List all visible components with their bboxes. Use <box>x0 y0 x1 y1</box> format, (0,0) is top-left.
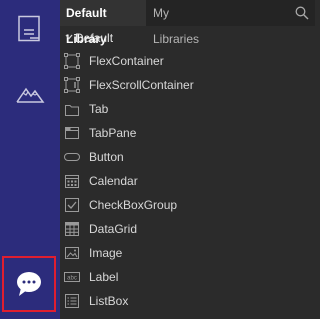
list-item-flexcontainer[interactable]: FlexContainer <box>60 49 315 73</box>
label-icon: abc <box>64 272 80 282</box>
flex-container-icon <box>64 53 80 69</box>
button-icon <box>64 153 80 161</box>
item-label: FlexContainer <box>89 54 164 68</box>
list-item-tabpane[interactable]: TabPane <box>60 121 315 145</box>
item-label: Button <box>89 150 124 164</box>
svg-text:abc: abc <box>67 276 77 282</box>
list-item-image[interactable]: Image <box>60 241 315 265</box>
item-label: Image <box>89 246 123 260</box>
tabpane-icon <box>65 127 79 139</box>
list-item-calendar[interactable]: Calendar <box>60 169 315 193</box>
datagrid-icon <box>65 222 79 236</box>
chevron-down-icon <box>65 34 73 40</box>
tab-default-library[interactable]: Default Library <box>60 0 146 46</box>
chat-bubble-icon <box>17 272 41 296</box>
list-item-label[interactable]: abc Label <box>60 265 315 289</box>
group-label: Default <box>75 31 114 45</box>
calendar-icon <box>65 175 79 188</box>
document-icon[interactable] <box>13 12 47 46</box>
library-tabs: Default Library My Libraries <box>60 0 315 46</box>
list-item-tab[interactable]: Tab <box>60 97 315 121</box>
item-label: CheckBoxGroup <box>89 198 178 212</box>
list-item-flexscrollcontainer[interactable]: FlexScrollContainer <box>60 73 315 97</box>
item-label: ListBox <box>89 294 129 308</box>
item-label: TabPane <box>89 126 137 140</box>
chat-button[interactable] <box>2 256 56 312</box>
checkbox-group-icon <box>65 198 79 212</box>
flex-scroll-container-icon <box>64 77 80 93</box>
left-rail <box>0 0 60 319</box>
item-label: FlexScrollContainer <box>89 78 194 92</box>
list-item-checkboxgroup[interactable]: CheckBoxGroup <box>60 193 315 217</box>
mountains-icon[interactable] <box>13 76 47 110</box>
listbox-icon <box>65 294 79 308</box>
list-item-button[interactable]: Button <box>60 145 315 169</box>
tab-icon <box>65 105 79 116</box>
image-icon <box>65 247 79 259</box>
item-label: DataGrid <box>89 222 138 236</box>
item-label: Calendar <box>89 174 138 188</box>
list-item-datagrid[interactable]: DataGrid <box>60 217 315 241</box>
item-label: Label <box>89 270 119 284</box>
library-panel: Default Library My Libraries Default Fle… <box>60 0 315 319</box>
item-label: Tab <box>89 102 109 116</box>
search-icon[interactable] <box>295 6 309 20</box>
list-item-listbox[interactable]: ListBox <box>60 289 315 313</box>
tab-my-libraries[interactable]: My Libraries <box>147 0 223 46</box>
